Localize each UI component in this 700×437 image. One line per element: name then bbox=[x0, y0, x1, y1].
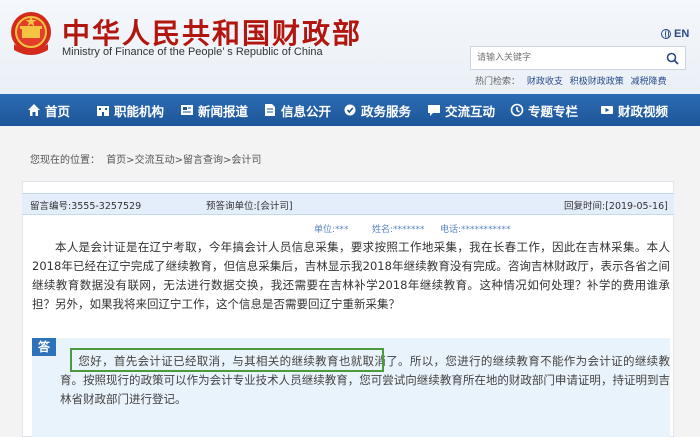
breadcrumb: 您现在的位置： 首页>交流互动>留言查询>会计司 bbox=[30, 151, 264, 166]
hot-search: 热门检索： 财政收支 积极财政政策 减税降费 bbox=[475, 74, 667, 87]
user-name: 姓名:******* bbox=[372, 225, 425, 235]
question-text: 本人是会计证是在辽宁考取，今年搞会计人员信息采集，要求按照工作地采集，我在长春工… bbox=[32, 240, 670, 311]
nav-label: 财政视频 bbox=[618, 103, 669, 119]
globe-icon bbox=[661, 29, 671, 39]
nav-item-departments[interactable]: 职能机构 bbox=[96, 94, 164, 126]
news-icon bbox=[181, 105, 193, 115]
nav-label: 职能机构 bbox=[114, 103, 165, 119]
answer-tag: 答 bbox=[32, 338, 56, 356]
service-icon bbox=[344, 104, 356, 116]
highlight-box bbox=[70, 348, 384, 372]
nav-label: 交流互动 bbox=[445, 103, 496, 119]
message-id: 留言编号:3555-3257529 bbox=[30, 201, 142, 212]
nav-label: 首页 bbox=[45, 103, 71, 119]
message-department: 预答询单位:[会计司] bbox=[206, 201, 293, 212]
nav-label: 政务服务 bbox=[361, 103, 412, 119]
nav-item-news[interactable]: 新闻报道 bbox=[180, 94, 248, 126]
national-emblem-icon[interactable] bbox=[8, 10, 54, 58]
home-icon bbox=[28, 104, 40, 116]
nav-label: 新闻报道 bbox=[198, 103, 249, 119]
hot-search-label: 热门检索： bbox=[475, 77, 521, 87]
site-title-en: Ministry of Finance of the People’ s Rep… bbox=[62, 46, 323, 58]
nav-item-interaction[interactable]: 交流互动 bbox=[427, 94, 495, 126]
building-icon bbox=[97, 106, 109, 116]
hot-link-fiscal-revenue[interactable]: 财政收支 bbox=[527, 77, 563, 87]
document-icon bbox=[265, 104, 275, 116]
video-icon bbox=[601, 106, 613, 114]
nav-label: 专题专栏 bbox=[528, 103, 579, 119]
search-input[interactable] bbox=[471, 47, 659, 69]
reply-date: 回复时间:[2019-05-16] bbox=[564, 201, 668, 212]
search-icon bbox=[666, 52, 679, 65]
nav-label: 信息公开 bbox=[281, 103, 332, 119]
main-nav: 首页 职能机构 新闻报道 信息公开 政务服务 交流互动 专题专栏 财政视频 bbox=[0, 94, 700, 126]
search-button[interactable] bbox=[659, 47, 685, 69]
nav-item-services[interactable]: 政务服务 bbox=[343, 94, 411, 126]
hot-link-tax-cuts[interactable]: 减税降费 bbox=[631, 77, 667, 87]
nav-item-home[interactable]: 首页 bbox=[27, 94, 70, 126]
nav-item-disclosure[interactable]: 信息公开 bbox=[263, 94, 331, 126]
message-meta: 留言编号:3555-3257529 预答询单位:[会计司] 回复时间:[2019… bbox=[22, 193, 674, 215]
language-switch[interactable]: EN bbox=[661, 28, 689, 40]
chat-icon bbox=[428, 105, 440, 116]
user-unit: 单位:*** bbox=[314, 225, 349, 235]
nav-item-videos[interactable]: 财政视频 bbox=[600, 94, 668, 126]
nav-item-topics[interactable]: 专题专栏 bbox=[510, 94, 578, 126]
language-label: EN bbox=[674, 28, 690, 40]
breadcrumb-label: 您现在的位置： bbox=[30, 155, 100, 166]
hot-link-fiscal-policy[interactable]: 积极财政政策 bbox=[570, 77, 624, 87]
search-box bbox=[470, 46, 686, 70]
breadcrumb-path[interactable]: 首页>交流互动>留言查询>会计司 bbox=[106, 155, 261, 166]
topic-icon bbox=[510, 103, 524, 117]
user-phone: 电话:*********** bbox=[440, 225, 511, 235]
